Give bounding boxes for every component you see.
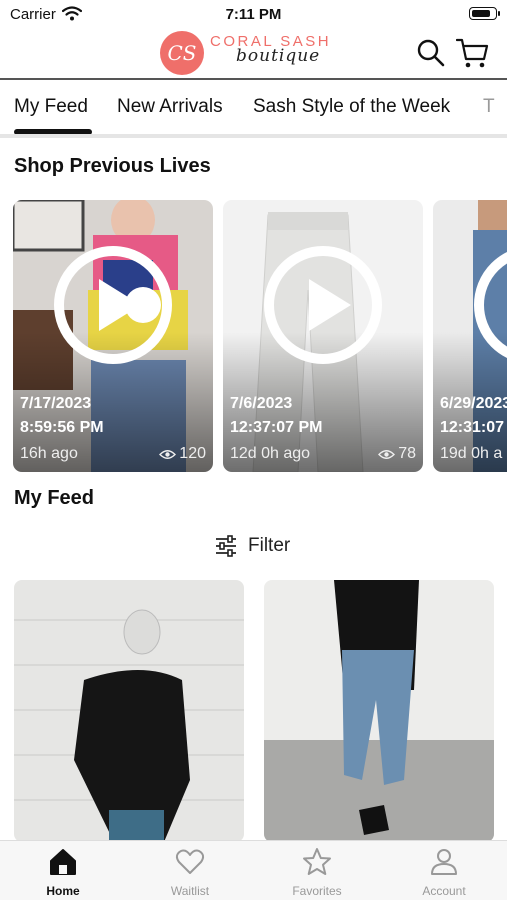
search-icon[interactable] [416, 38, 446, 68]
eye-icon [378, 449, 396, 459]
live-time: 8:59:56 PM [20, 419, 104, 436]
nav-waitlist[interactable]: Waitlist [127, 841, 253, 900]
logo-monogram: CS [167, 41, 197, 65]
tab-sash-style[interactable]: Sash Style of the Week [253, 96, 450, 118]
cart-icon[interactable] [456, 37, 490, 69]
star-icon [303, 848, 331, 875]
heart-icon [175, 849, 205, 874]
bottom-tab-bar: Home Waitlist Favorites Account [0, 840, 507, 900]
lives-section-title: Shop Previous Lives [14, 155, 211, 177]
live-age: 16h ago [20, 445, 78, 462]
tab-new-arrivals[interactable]: New Arrivals [117, 96, 223, 118]
live-age: 19d 0h a [440, 445, 503, 462]
nav-home-label: Home [46, 884, 80, 898]
play-icon[interactable] [473, 245, 507, 365]
play-icon[interactable] [263, 245, 383, 365]
tab-my-feed[interactable]: My Feed [14, 96, 88, 118]
nav-account-label: Account [422, 884, 466, 898]
nav-home[interactable]: Home [0, 841, 126, 900]
filter-button[interactable]: Filter [214, 533, 290, 559]
live-video-card[interactable]: 7/17/2023 8:59:56 PM 16h ago 120 [13, 200, 213, 472]
status-bar: Carrier 7:11 PM [0, 0, 507, 28]
feed-section-title: My Feed [14, 487, 95, 509]
play-icon[interactable] [53, 245, 173, 365]
nav-waitlist-label: Waitlist [170, 884, 210, 898]
category-tabs: My Feed New Arrivals Sash Style of the W… [0, 80, 507, 138]
live-views: 120 [159, 445, 206, 463]
home-icon [50, 849, 76, 875]
product-image [264, 580, 494, 842]
logo-subtitle: boutique [236, 46, 321, 66]
live-views: 78 [378, 445, 416, 463]
product-image [14, 580, 244, 842]
filter-icon [216, 535, 236, 557]
battery-icon [469, 7, 500, 20]
account-icon [431, 849, 457, 875]
filter-label: Filter [248, 535, 291, 556]
product-card[interactable] [264, 580, 494, 842]
active-tab-indicator [14, 129, 92, 134]
tab-next[interactable]: T [483, 96, 495, 118]
nav-account[interactable]: Account [381, 841, 507, 900]
live-date: 7/17/2023 [20, 395, 92, 412]
live-age: 12d 0h ago [230, 445, 311, 462]
product-card[interactable] [14, 580, 244, 842]
live-view-count: 120 [179, 445, 206, 462]
live-view-count: 78 [398, 445, 416, 462]
brand-logo[interactable]: CS CORAL SASH boutique [160, 30, 335, 76]
live-date: 7/6/2023 [230, 395, 293, 412]
nav-favorites-label: Favorites [292, 884, 342, 898]
live-date: 6/29/2023 [440, 395, 507, 412]
clock: 7:11 PM [225, 6, 282, 23]
app-header: CS CORAL SASH boutique [0, 28, 507, 80]
eye-icon [159, 449, 177, 459]
nav-favorites[interactable]: Favorites [254, 841, 380, 900]
live-time: 12:31:07 [440, 419, 505, 436]
live-video-card[interactable]: 7/6/2023 12:37:07 PM 12d 0h ago 78 [223, 200, 423, 472]
live-video-card[interactable]: 6/29/2023 12:31:07 19d 0h a [433, 200, 507, 472]
live-time: 12:37:07 PM [230, 419, 323, 436]
lives-carousel: 7/17/2023 8:59:56 PM 16h ago 120 7/6/202… [0, 200, 507, 472]
